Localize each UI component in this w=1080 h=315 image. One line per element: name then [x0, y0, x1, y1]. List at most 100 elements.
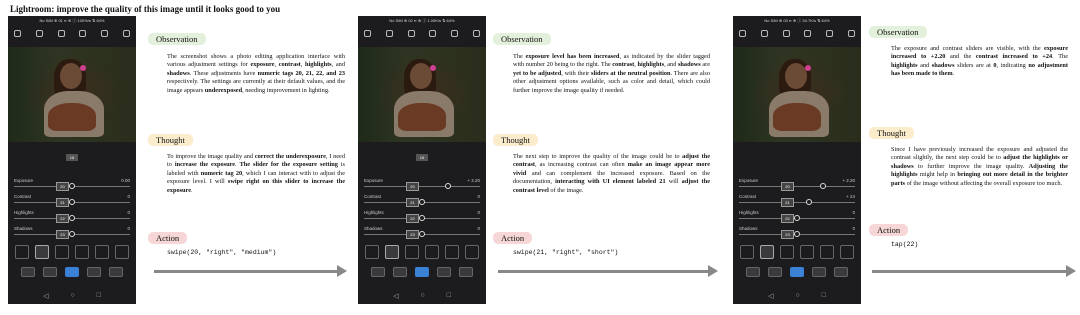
slider-value: 0: [477, 210, 480, 215]
tab-optics-icon[interactable]: [115, 245, 129, 259]
nav-back-icon[interactable]: ◁: [768, 292, 773, 300]
slider-knob[interactable]: [794, 231, 800, 237]
slider-track[interactable]: [739, 202, 855, 203]
subtab-color[interactable]: [437, 267, 451, 277]
nav-back-icon[interactable]: ◁: [393, 292, 398, 300]
redo-icon[interactable]: [35, 29, 43, 37]
subtab-color[interactable]: [812, 267, 826, 277]
tab-effects-icon[interactable]: [800, 245, 814, 259]
slider-knob[interactable]: [805, 199, 812, 205]
tab-color-icon[interactable]: [405, 245, 419, 259]
nav-home-icon[interactable]: ○: [420, 292, 424, 300]
slider-knob[interactable]: [69, 183, 75, 189]
tab-light-icon[interactable]: [385, 245, 399, 259]
nav-recent-icon[interactable]: □: [97, 292, 101, 300]
subtab-light[interactable]: [65, 267, 79, 277]
nav-home-icon[interactable]: ○: [70, 292, 74, 300]
back-icon[interactable]: [14, 29, 21, 37]
subtab-effects[interactable]: [459, 267, 473, 277]
slider-exposure[interactable]: Exposure + 2.20 20: [733, 176, 861, 192]
numeric-tag: 20: [406, 182, 419, 191]
slider-track[interactable]: [364, 186, 480, 187]
thought-label: Thought: [493, 134, 538, 146]
subtab-bw[interactable]: [43, 267, 57, 277]
slider-shadows[interactable]: Shadows 0 23: [733, 224, 861, 240]
slider-shadows[interactable]: Shadows 0 23: [8, 224, 136, 240]
subtab-bw[interactable]: [768, 267, 782, 277]
next-step-arrow: [872, 265, 1076, 277]
slider-knob[interactable]: [69, 231, 75, 237]
tab-crop-icon[interactable]: [365, 245, 379, 259]
preset-icon[interactable]: [407, 29, 415, 37]
element-tag[interactable]: 18: [66, 154, 78, 161]
slider-knob[interactable]: [819, 183, 826, 189]
subtab-bw[interactable]: [393, 267, 407, 277]
slider-label: Exposure: [14, 178, 34, 183]
tab-detail-icon[interactable]: [820, 245, 834, 259]
edit-icon[interactable]: [826, 29, 834, 37]
redo-icon[interactable]: [385, 29, 393, 37]
slider-knob[interactable]: [794, 215, 800, 221]
back-icon[interactable]: [364, 29, 371, 37]
sub-tabs: [8, 267, 136, 277]
subtab-effects[interactable]: [834, 267, 848, 277]
subtab-auto[interactable]: [746, 267, 760, 277]
preset-icon[interactable]: [57, 29, 65, 37]
nav-back-icon[interactable]: ◁: [43, 292, 48, 300]
thought-label: Thought: [869, 127, 914, 139]
tab-optics-icon[interactable]: [465, 245, 479, 259]
subtab-color[interactable]: [87, 267, 101, 277]
back-icon[interactable]: [739, 29, 746, 37]
tab-color-icon[interactable]: [780, 245, 794, 259]
share-icon[interactable]: [79, 29, 87, 37]
android-nav-bar: ◁ ○ □: [733, 292, 861, 300]
slider-highlights[interactable]: Highlights 0 22: [358, 208, 486, 224]
tab-detail-icon[interactable]: [95, 245, 109, 259]
observation-text-segment: and: [917, 61, 932, 69]
slider-exposure[interactable]: Exposure 0.00 20: [8, 176, 136, 192]
tab-effects-icon[interactable]: [75, 245, 89, 259]
slider-shadows[interactable]: Shadows 0 23: [358, 224, 486, 240]
element-tag[interactable]: 18: [416, 154, 428, 161]
tab-crop-icon[interactable]: [740, 245, 754, 259]
preset-icon[interactable]: [782, 29, 790, 37]
tab-optics-icon[interactable]: [840, 245, 854, 259]
slider-knob[interactable]: [419, 199, 425, 205]
nav-home-icon[interactable]: ○: [795, 292, 799, 300]
thought-text-segment: of the image without affecting the overa…: [905, 179, 1063, 187]
slider-knob[interactable]: [419, 215, 425, 221]
slider-knob[interactable]: [419, 231, 425, 237]
tab-detail-icon[interactable]: [445, 245, 459, 259]
tab-light-icon[interactable]: [760, 245, 774, 259]
slider-track[interactable]: [739, 186, 855, 187]
slider-contrast[interactable]: Contrast + 24 21: [733, 192, 861, 208]
slider-contrast[interactable]: Contrast 0 21: [8, 192, 136, 208]
subtab-auto[interactable]: [371, 267, 385, 277]
slider-knob[interactable]: [69, 199, 75, 205]
tab-effects-icon[interactable]: [425, 245, 439, 259]
slider-highlights[interactable]: Highlights 0 22: [8, 208, 136, 224]
share-icon[interactable]: [429, 29, 437, 37]
tab-light-icon[interactable]: [35, 245, 49, 259]
slider-knob[interactable]: [69, 215, 75, 221]
slider-knob[interactable]: [444, 183, 451, 189]
nav-recent-icon[interactable]: □: [822, 292, 826, 300]
adjust-panel: Exposure + 2.20 20 Contrast 0 21 Highlights 0 22…: [358, 176, 486, 240]
edit-icon[interactable]: [451, 29, 459, 37]
nav-recent-icon[interactable]: □: [447, 292, 451, 300]
slider-contrast[interactable]: Contrast 0 21: [358, 192, 486, 208]
slider-highlights[interactable]: Highlights 0 22: [733, 208, 861, 224]
subtab-auto[interactable]: [21, 267, 35, 277]
share-icon[interactable]: [804, 29, 812, 37]
more-icon[interactable]: [122, 29, 130, 37]
more-icon[interactable]: [472, 29, 480, 37]
more-icon[interactable]: [847, 29, 855, 37]
subtab-light[interactable]: [790, 267, 804, 277]
tab-color-icon[interactable]: [55, 245, 69, 259]
edit-icon[interactable]: [101, 29, 109, 37]
subtab-effects[interactable]: [109, 267, 123, 277]
subtab-light[interactable]: [415, 267, 429, 277]
redo-icon[interactable]: [760, 29, 768, 37]
tab-crop-icon[interactable]: [15, 245, 29, 259]
slider-exposure[interactable]: Exposure + 2.20 20: [358, 176, 486, 192]
